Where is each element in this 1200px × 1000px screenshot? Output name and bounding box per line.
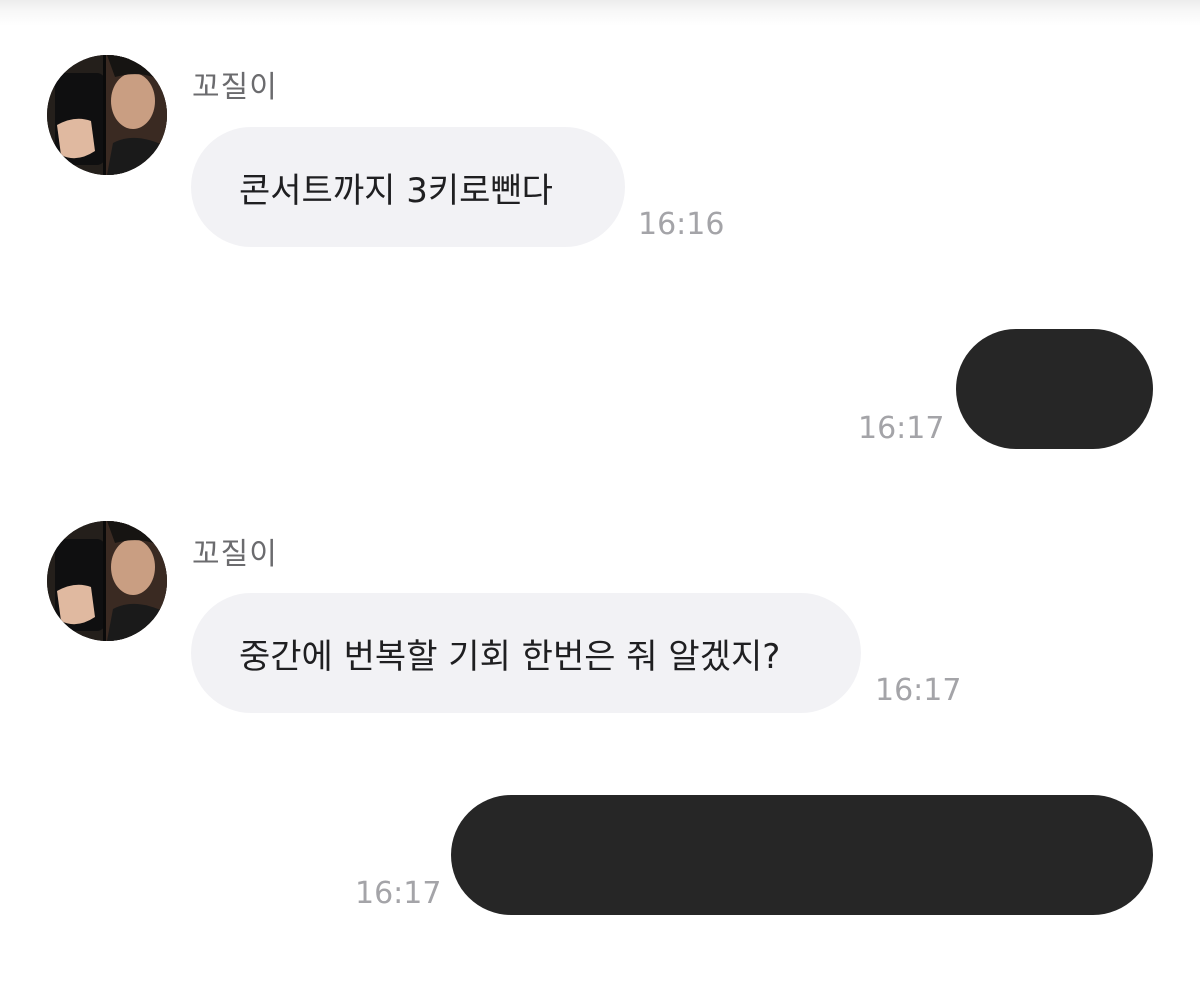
message-bubble[interactable]: 중간에 번복할 기회 한번은 줘 알겠지? [191,593,861,713]
avatar[interactable] [47,521,167,641]
avatar-photo-icon [47,521,167,641]
sender-name: 꼬질이 [192,537,278,572]
avatar-photo-icon [47,55,167,175]
avatar[interactable] [47,55,167,175]
sender-name: 꼬질이 [192,70,278,105]
message-bubble[interactable]: 콘서트까지 3키로뺀다 [191,127,625,247]
message-text: 중간에 번복할 기회 한번은 줘 알겠지? [239,636,781,677]
message-timestamp: 16:17 [858,411,945,446]
message-bubble-redacted[interactable] [451,795,1153,915]
message-timestamp: 16:17 [355,876,442,911]
message-timestamp: 16:17 [875,673,962,708]
message-timestamp: 16:16 [638,207,725,242]
message-bubble-redacted[interactable] [956,329,1153,449]
message-text: 콘서트까지 3키로뺀다 [239,170,553,211]
top-scroll-shadow [0,0,1200,26]
